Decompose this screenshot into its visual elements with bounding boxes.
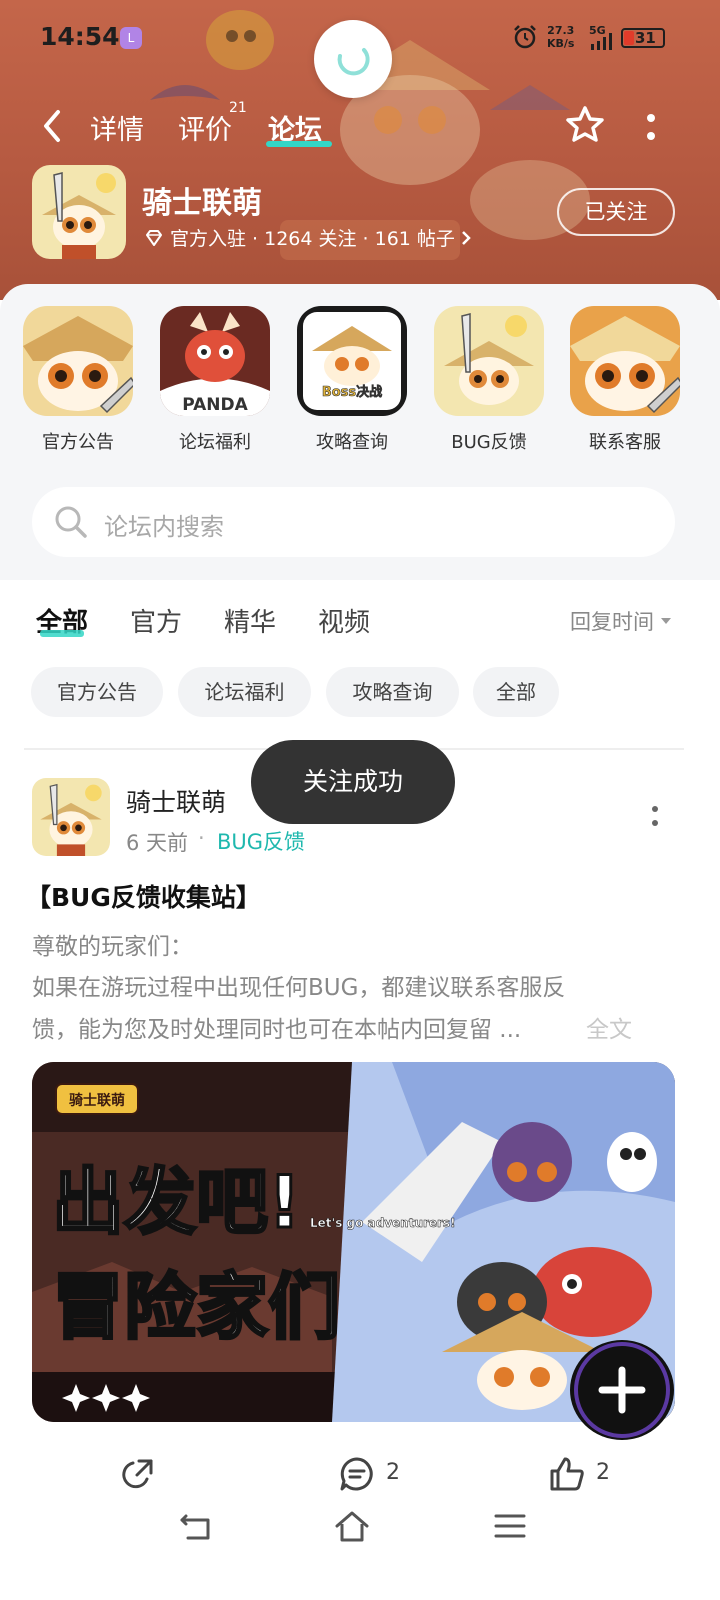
more-options-icon[interactable] [641, 110, 661, 146]
panda-knight-art [32, 778, 110, 856]
panda-knight-art [23, 306, 133, 416]
battery-percent: 31 [635, 29, 656, 47]
tab-review[interactable]: 评价 [178, 108, 232, 147]
boss-guide-art: Boss决战 [297, 306, 407, 416]
shortcut-thumb [570, 306, 680, 416]
forum-search-bar[interactable]: 论坛内搜索 [32, 487, 675, 557]
review-count-badge: 21 [229, 100, 247, 116]
filter-tab-featured[interactable]: 精华 [224, 602, 276, 639]
post-author-avatar[interactable] [32, 778, 110, 856]
panda-dragon-art: PANDA [160, 306, 270, 416]
shortcut-thumb: Boss决战 [297, 306, 407, 416]
active-tab-indicator [266, 141, 332, 147]
shortcut-label: 论坛福利 [179, 432, 251, 453]
search-placeholder: 论坛内搜索 [104, 513, 224, 541]
shortcut-thumb [23, 306, 133, 416]
shortcut-label: 联系客服 [589, 432, 661, 453]
post-body-line-3: 馈，能为您及时处理同时也可在本帖内回复留 ... [32, 1017, 522, 1043]
create-post-button[interactable] [570, 1340, 674, 1440]
status-time: 14:54 [40, 22, 120, 51]
favorite-star-icon[interactable] [563, 103, 607, 147]
sort-label: 回复时间 [570, 610, 654, 634]
chip-guide-search[interactable]: 攻略查询 [326, 667, 459, 717]
net-speed-unit: KB/s [547, 37, 575, 50]
post-body-line-2: 如果在游玩过程中出现任何BUG，都建议联系客服反 [32, 975, 566, 1001]
tab-detail[interactable]: 详情 [90, 108, 144, 147]
filter-tab-official[interactable]: 官方 [130, 602, 182, 639]
shortcut-label: BUG反馈 [451, 432, 527, 453]
verified-diamond-icon [146, 229, 162, 246]
nav-back-icon[interactable] [178, 1508, 214, 1544]
shortcut-contact-support[interactable]: 联系客服 [569, 306, 681, 454]
game-icon[interactable] [32, 165, 126, 259]
shortcut-label: 攻略查询 [316, 432, 388, 453]
comment-count: 2 [386, 1460, 400, 1485]
shortcut-forum-welfare[interactable]: PANDA 论坛福利 [159, 306, 271, 454]
game-stats[interactable]: 官方入驻 · 1264 关注 · 161 帖子 [144, 224, 473, 251]
caret-down-icon [661, 618, 671, 624]
net-speed: 27.3 KB/s [547, 24, 574, 50]
shortcut-caption: Boss决战 [322, 384, 382, 400]
game-stats-text: 官方入驻 · 1264 关注 · 161 帖子 [170, 228, 455, 250]
back-icon[interactable] [38, 108, 66, 144]
comment-icon[interactable] [338, 1455, 376, 1493]
shortcut-thumb: PANDA [160, 306, 270, 416]
nav-menu-icon[interactable] [492, 1508, 528, 1544]
sort-dropdown[interactable]: 回复时间 [570, 606, 672, 636]
chip-forum-welfare[interactable]: 论坛福利 [178, 667, 311, 717]
like-icon[interactable] [548, 1455, 586, 1493]
plus-icon [574, 1342, 670, 1438]
net-speed-value: 27.3 [547, 24, 575, 37]
banner-headline-1: 出发吧! [52, 1160, 301, 1244]
post-title[interactable]: 【BUG反馈收集站】 [26, 878, 261, 914]
meta-separator: · [198, 826, 205, 850]
panda-knight-art [434, 306, 544, 416]
post-timestamp: 6 天前 [126, 831, 189, 855]
banner-logo-text: 骑士联萌 [69, 1092, 125, 1109]
shortcut-thumb [434, 306, 544, 416]
refresh-spinner-icon [337, 48, 370, 76]
nav-home-icon[interactable] [334, 1508, 370, 1544]
post-author-name[interactable]: 骑士联萌 [126, 783, 226, 819]
follow-success-toast: 关注成功 [251, 740, 455, 824]
banner-tagline: Let's go adventurers! [310, 1216, 456, 1230]
banner-headline-2: 冒险家们 [52, 1265, 340, 1349]
signal-icon [591, 33, 612, 50]
follow-button[interactable]: 已关注 [557, 188, 675, 236]
shortcut-label: 官方公告 [42, 432, 114, 453]
chip-official-notice[interactable]: 官方公告 [31, 667, 163, 717]
shortcut-bug-feedback[interactable]: BUG反馈 [433, 306, 545, 454]
alarm-icon [514, 25, 536, 49]
game-title: 骑士联萌 [142, 186, 262, 221]
panda-knight-art [32, 165, 126, 259]
shortcut-guide-search[interactable]: Boss决战 攻略查询 [296, 306, 408, 454]
shortcut-official-notice[interactable]: 官方公告 [22, 306, 134, 454]
chip-all[interactable]: 全部 [473, 667, 559, 717]
loading-spinner [314, 20, 392, 98]
post-category-link[interactable]: BUG反馈 [217, 826, 305, 856]
post-body-line-1: 尊敬的玩家们： [32, 934, 193, 960]
filter-tab-indicator [40, 630, 84, 637]
read-more-link[interactable]: 全文 [586, 1010, 632, 1044]
search-icon [55, 506, 87, 538]
post-more-icon[interactable] [649, 803, 661, 833]
battery-icon: 31 [621, 28, 665, 48]
chevron-right-icon [462, 230, 471, 245]
filter-tab-video[interactable]: 视频 [318, 602, 370, 639]
status-app-icon: L [120, 27, 142, 49]
like-count: 2 [596, 1460, 610, 1485]
shortcut-caption: PANDA [182, 395, 248, 415]
battery-level [624, 31, 634, 45]
share-icon[interactable] [119, 1455, 157, 1493]
panda-knight-art [570, 306, 680, 416]
